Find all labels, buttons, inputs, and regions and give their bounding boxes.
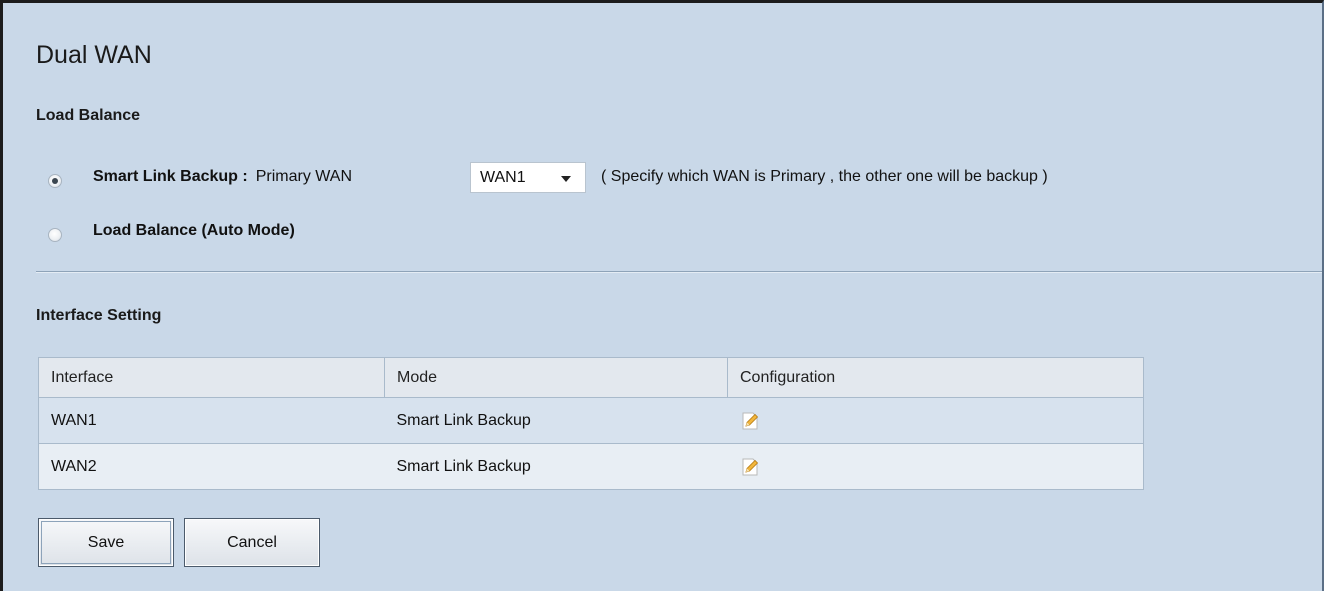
primary-wan-label: Primary WAN (255, 168, 352, 185)
primary-wan-value: WAN1 (480, 168, 526, 186)
mode-cell: Smart Link Backup (384, 443, 728, 490)
smart-link-backup-radio[interactable] (48, 174, 62, 188)
table-header-row: Interface Mode Configuration (38, 357, 1144, 398)
chevron-down-icon (561, 176, 571, 182)
interface-cell: WAN2 (38, 443, 385, 490)
load-balance-heading: Load Balance (36, 107, 141, 124)
mode-cell: Smart Link Backup (384, 397, 728, 444)
primary-wan-hint: ( Specify which WAN is Primary , the oth… (601, 168, 1048, 185)
table-row: WAN1 Smart Link Backup (38, 397, 1144, 444)
section-divider (36, 271, 1322, 273)
save-button[interactable]: Save (38, 518, 174, 567)
load-balance-auto-label: Load Balance (Auto Mode) (93, 222, 295, 239)
page-title: Dual WAN (36, 41, 152, 69)
column-header-interface: Interface (38, 357, 385, 398)
load-balance-auto-radio[interactable] (48, 228, 62, 242)
interface-cell: WAN1 (38, 397, 385, 444)
smart-link-backup-label: Smart Link Backup : (93, 168, 248, 185)
column-header-mode: Mode (384, 357, 728, 398)
interface-table: Interface Mode Configuration WAN1 Smart … (38, 357, 1144, 490)
table-row: WAN2 Smart Link Backup (38, 443, 1144, 490)
dual-wan-panel: Dual WAN Load Balance Smart Link Backup … (0, 0, 1324, 591)
column-header-configuration: Configuration (727, 357, 1144, 398)
smart-link-backup-option: Smart Link Backup : Primary WAN (93, 168, 352, 186)
interface-setting-heading: Interface Setting (36, 307, 162, 324)
edit-icon[interactable] (740, 411, 760, 431)
configuration-cell (727, 443, 1144, 490)
cancel-button[interactable]: Cancel (184, 518, 320, 567)
edit-icon[interactable] (740, 457, 760, 477)
primary-wan-select[interactable]: WAN1 (470, 162, 586, 193)
configuration-cell (727, 397, 1144, 444)
load-balance-auto-option: Load Balance (Auto Mode) (93, 222, 295, 240)
